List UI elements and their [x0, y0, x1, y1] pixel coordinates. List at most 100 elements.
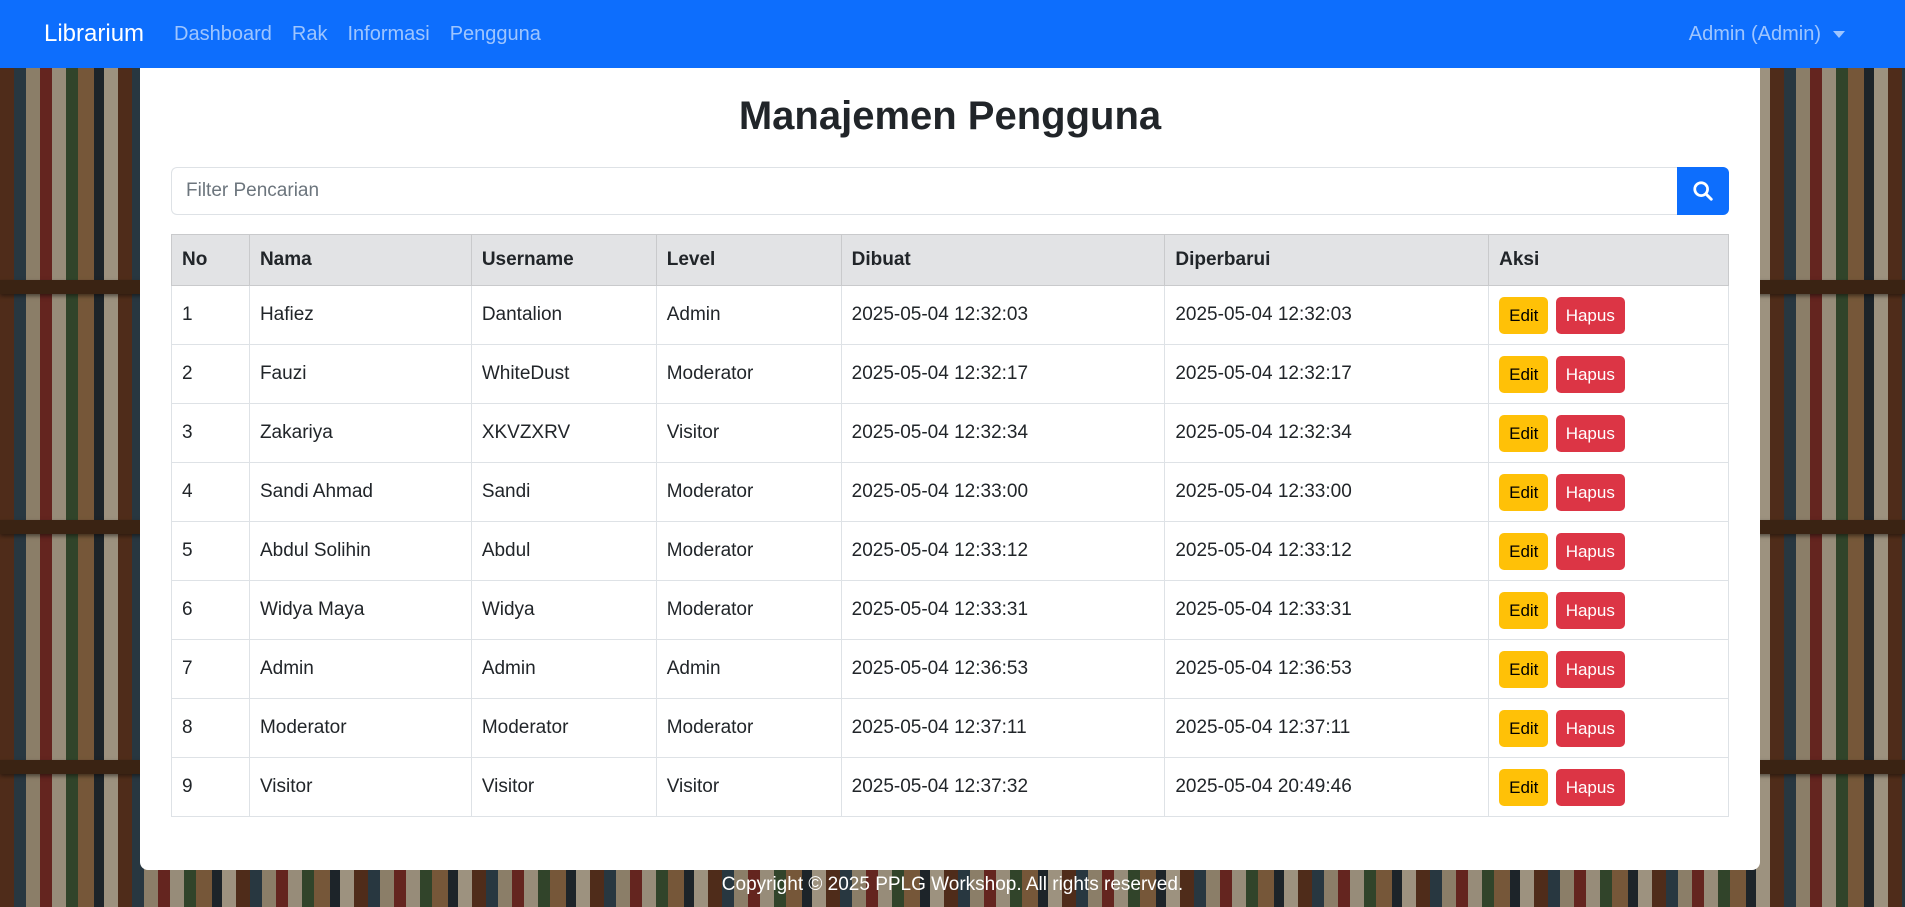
search-button[interactable]: [1677, 167, 1729, 215]
cell-aksi: Edit Hapus: [1488, 462, 1729, 522]
nav-link-informasi[interactable]: Informasi: [347, 23, 429, 46]
edit-button[interactable]: Edit: [1499, 473, 1549, 511]
edit-button[interactable]: Edit: [1499, 650, 1549, 688]
cell-diperbarui: 2025-05-04 12:36:53: [1164, 639, 1490, 699]
cell-level: Moderator: [655, 462, 842, 522]
cell-username: Dantalion: [470, 285, 657, 345]
search-icon: [1693, 181, 1713, 201]
cell-no: 9: [171, 757, 250, 817]
delete-button[interactable]: Hapus: [1555, 768, 1625, 806]
edit-button[interactable]: Edit: [1499, 532, 1549, 570]
cell-no: 2: [171, 344, 250, 404]
page-title: Manajemen Pengguna: [738, 94, 1162, 138]
cell-dibuat: 2025-05-04 12:37:32: [840, 757, 1166, 817]
edit-button[interactable]: Edit: [1499, 414, 1549, 452]
table-row: 4 Sandi Ahmad Sandi Moderator 2025-05-04…: [171, 462, 1729, 522]
cell-aksi: Edit Hapus: [1488, 344, 1729, 404]
header-nama: Nama: [248, 234, 472, 286]
cell-aksi: Edit Hapus: [1488, 285, 1729, 345]
edit-button[interactable]: Edit: [1499, 768, 1549, 806]
cell-username: Visitor: [470, 757, 657, 817]
cell-no: 1: [171, 285, 250, 345]
table-header-row: No Nama Username Level Dibuat Diperbarui…: [171, 234, 1729, 286]
header-username: Username: [470, 234, 657, 286]
cell-level: Admin: [655, 285, 842, 345]
nav-link-dashboard[interactable]: Dashboard: [174, 23, 272, 46]
navbar: Librarium Dashboard Rak Informasi Penggu…: [0, 0, 1905, 68]
nav-link-pengguna[interactable]: Pengguna: [450, 23, 541, 46]
cell-aksi: Edit Hapus: [1488, 757, 1729, 817]
cell-username: Abdul: [470, 521, 657, 581]
header-no: No: [171, 234, 250, 286]
table-row: 9 Visitor Visitor Visitor 2025-05-04 12:…: [171, 757, 1729, 817]
cell-nama: Visitor: [248, 757, 472, 817]
cell-diperbarui: 2025-05-04 12:32:17: [1164, 344, 1490, 404]
header-dibuat: Dibuat: [840, 234, 1166, 286]
header-level: Level: [655, 234, 842, 286]
table-row: 3 Zakariya XKVZXRV Visitor 2025-05-04 12…: [171, 403, 1729, 463]
search-bar: [171, 167, 1729, 215]
cell-nama: Zakariya: [248, 403, 472, 463]
cell-no: 6: [171, 580, 250, 640]
header-aksi: Aksi: [1488, 234, 1729, 286]
cell-diperbarui: 2025-05-04 20:49:46: [1164, 757, 1490, 817]
cell-dibuat: 2025-05-04 12:37:11: [840, 698, 1166, 758]
cell-level: Moderator: [655, 580, 842, 640]
cell-nama: Sandi Ahmad: [248, 462, 472, 522]
edit-button[interactable]: Edit: [1499, 296, 1549, 334]
cell-diperbarui: 2025-05-04 12:33:00: [1164, 462, 1490, 522]
cell-username: Admin: [470, 639, 657, 699]
caret-down-icon: [1833, 30, 1845, 38]
cell-username: Widya: [470, 580, 657, 640]
cell-nama: Moderator: [248, 698, 472, 758]
navbar-brand[interactable]: Librarium: [44, 20, 144, 48]
cell-dibuat: 2025-05-04 12:36:53: [840, 639, 1166, 699]
cell-level: Visitor: [655, 403, 842, 463]
cell-nama: Fauzi: [248, 344, 472, 404]
table-row: 2 Fauzi WhiteDust Moderator 2025-05-04 1…: [171, 344, 1729, 404]
cell-aksi: Edit Hapus: [1488, 639, 1729, 699]
search-input[interactable]: [171, 167, 1677, 215]
edit-button[interactable]: Edit: [1499, 591, 1549, 629]
cell-no: 4: [171, 462, 250, 522]
cell-level: Visitor: [655, 757, 842, 817]
cell-username: Sandi: [470, 462, 657, 522]
cell-diperbarui: 2025-05-04 12:32:34: [1164, 403, 1490, 463]
cell-diperbarui: 2025-05-04 12:37:11: [1164, 698, 1490, 758]
cell-nama: Admin: [248, 639, 472, 699]
nav-link-rak[interactable]: Rak: [292, 23, 328, 46]
delete-button[interactable]: Hapus: [1555, 709, 1625, 747]
cell-diperbarui: 2025-05-04 12:33:12: [1164, 521, 1490, 581]
cell-diperbarui: 2025-05-04 12:32:03: [1164, 285, 1490, 345]
cell-level: Moderator: [655, 521, 842, 581]
header-diperbarui: Diperbarui: [1164, 234, 1490, 286]
table-row: 6 Widya Maya Widya Moderator 2025-05-04 …: [171, 580, 1729, 640]
user-dropdown[interactable]: Admin (Admin): [1689, 23, 1845, 46]
cell-no: 8: [171, 698, 250, 758]
cell-diperbarui: 2025-05-04 12:33:31: [1164, 580, 1490, 640]
table-row: 8 Moderator Moderator Moderator 2025-05-…: [171, 698, 1729, 758]
main-card: Manajemen Pengguna No Nama Username Lev: [140, 68, 1760, 870]
cell-level: Admin: [655, 639, 842, 699]
delete-button[interactable]: Hapus: [1555, 355, 1625, 393]
edit-button[interactable]: Edit: [1499, 355, 1549, 393]
cell-nama: Hafiez: [248, 285, 472, 345]
edit-button[interactable]: Edit: [1499, 709, 1549, 747]
cell-username: Moderator: [470, 698, 657, 758]
cell-nama: Widya Maya: [248, 580, 472, 640]
cell-no: 7: [171, 639, 250, 699]
table-row: 7 Admin Admin Admin 2025-05-04 12:36:53 …: [171, 639, 1729, 699]
cell-aksi: Edit Hapus: [1488, 580, 1729, 640]
cell-username: WhiteDust: [470, 344, 657, 404]
delete-button[interactable]: Hapus: [1555, 532, 1625, 570]
delete-button[interactable]: Hapus: [1555, 650, 1625, 688]
cell-dibuat: 2025-05-04 12:33:12: [840, 521, 1166, 581]
cell-aksi: Edit Hapus: [1488, 698, 1729, 758]
footer: Copyright © 2025 PPLG Workshop. All righ…: [0, 874, 1905, 896]
delete-button[interactable]: Hapus: [1555, 591, 1625, 629]
delete-button[interactable]: Hapus: [1555, 296, 1625, 334]
delete-button[interactable]: Hapus: [1555, 473, 1625, 511]
delete-button[interactable]: Hapus: [1555, 414, 1625, 452]
users-table: No Nama Username Level Dibuat Diperbarui…: [171, 234, 1729, 817]
user-dropdown-label: Admin (Admin): [1688, 22, 1821, 45]
